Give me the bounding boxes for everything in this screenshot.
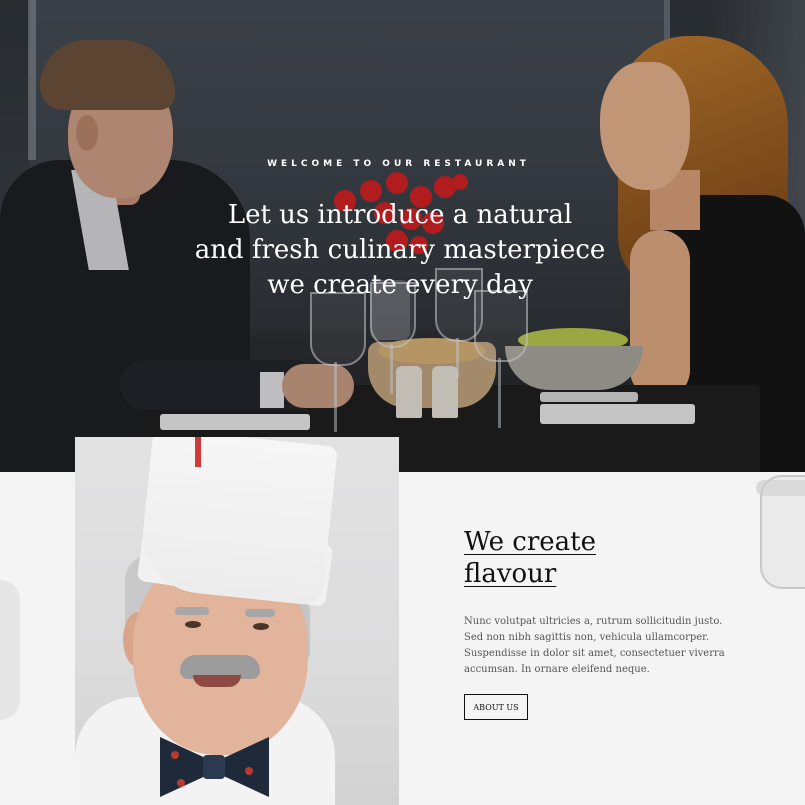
section-title: We create flavour	[464, 526, 704, 590]
about-content: We create flavour Nunc volutpat ultricie…	[464, 526, 725, 678]
background-decoration	[0, 580, 20, 720]
chef-mouth	[193, 675, 241, 687]
chef-eyebrow	[245, 609, 275, 617]
chef-hat	[137, 437, 338, 607]
section-title-line: flavour	[464, 559, 557, 589]
page: WELCOME TO OUR RESTAURANT Let us introdu…	[0, 0, 805, 805]
section-title-line: We create	[464, 527, 596, 557]
body-line: Suspendisse in dolor sit amet, consectet…	[464, 648, 725, 659]
hero-headline-line: and fresh culinary masterpiece	[194, 235, 606, 265]
bow-tie-pattern	[171, 751, 179, 759]
bow-tie-pattern	[245, 767, 253, 775]
chef-hat-stripe	[195, 437, 201, 467]
bow-tie-pattern	[177, 779, 185, 787]
hero-section: WELCOME TO OUR RESTAURANT Let us introdu…	[0, 0, 805, 472]
chef-eye	[253, 623, 269, 630]
cookware-decoration	[760, 475, 805, 589]
body-line: accumsan. In ornare eleifend neque.	[464, 664, 650, 675]
bow-tie-knot	[203, 755, 225, 779]
hero-headline: Let us introduce a natural and fresh cul…	[150, 198, 650, 303]
body-line: Nunc volutpat ultricies a, rutrum sollic…	[464, 616, 723, 627]
hero-headline-line: Let us introduce a natural	[227, 200, 573, 230]
chef-photo	[75, 437, 399, 805]
hero-eyebrow: WELCOME TO OUR RESTAURANT	[267, 159, 530, 169]
about-us-button[interactable]: ABOUT US	[464, 694, 528, 720]
chef-eye	[185, 621, 201, 628]
chef-eyebrow	[175, 607, 209, 615]
section-body: Nunc volutpat ultricies a, rutrum sollic…	[464, 614, 725, 678]
body-line: Sed non nibh sagittis non, vehicula ulla…	[464, 632, 710, 643]
hero-headline-line: we create every day	[267, 270, 533, 300]
